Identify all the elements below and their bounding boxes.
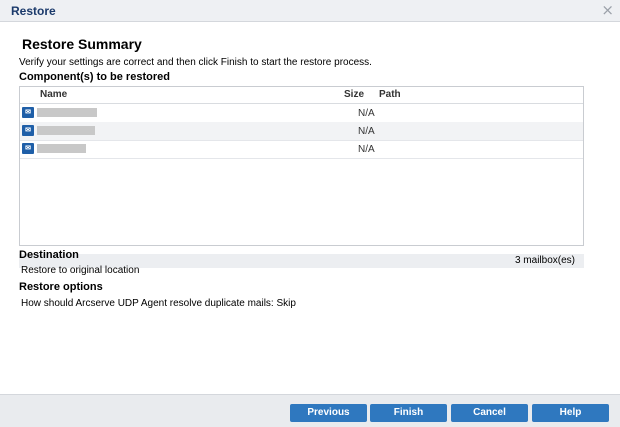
column-name[interactable]: Name	[40, 89, 67, 100]
row-size: N/A	[358, 108, 375, 119]
table-header: Name Size Path	[20, 87, 583, 104]
column-size[interactable]: Size	[344, 89, 364, 100]
previous-button[interactable]: Previous	[290, 404, 367, 422]
redacted-name	[37, 144, 86, 153]
table-row[interactable]: ✉ N/A	[20, 104, 583, 123]
restore-options-value: How should Arcserve UDP Agent resolve du…	[21, 298, 296, 309]
components-table: Name Size Path ✉ N/A ✉ N/A ✉ N/A	[19, 86, 584, 246]
components-label: Component(s) to be restored	[19, 71, 170, 83]
destination-label: Destination	[19, 249, 79, 261]
destination-value: Restore to original location	[21, 265, 140, 276]
cancel-button[interactable]: Cancel	[451, 404, 528, 422]
instruction-text: Verify your settings are correct and the…	[19, 57, 372, 68]
close-icon[interactable]: ×	[601, 1, 614, 19]
dialog-content: Restore Summary Verify your settings are…	[0, 22, 620, 394]
row-size: N/A	[358, 126, 375, 137]
mailbox-icon: ✉	[22, 107, 34, 118]
column-path[interactable]: Path	[379, 89, 401, 100]
mailbox-icon: ✉	[22, 143, 34, 154]
redacted-name	[37, 126, 95, 135]
finish-button[interactable]: Finish	[370, 404, 447, 422]
restore-options-label: Restore options	[19, 281, 103, 293]
help-button[interactable]: Help	[532, 404, 609, 422]
table-row[interactable]: ✉ N/A	[20, 140, 583, 159]
row-size: N/A	[358, 144, 375, 155]
dialog-titlebar: Restore ×	[0, 0, 620, 22]
page-title: Restore Summary	[22, 36, 142, 52]
dialog-title: Restore	[11, 4, 56, 18]
redacted-name	[37, 108, 97, 117]
table-row[interactable]: ✉ N/A	[20, 122, 583, 141]
mailbox-icon: ✉	[22, 125, 34, 136]
button-bar: Previous Finish Cancel Help	[0, 394, 620, 427]
